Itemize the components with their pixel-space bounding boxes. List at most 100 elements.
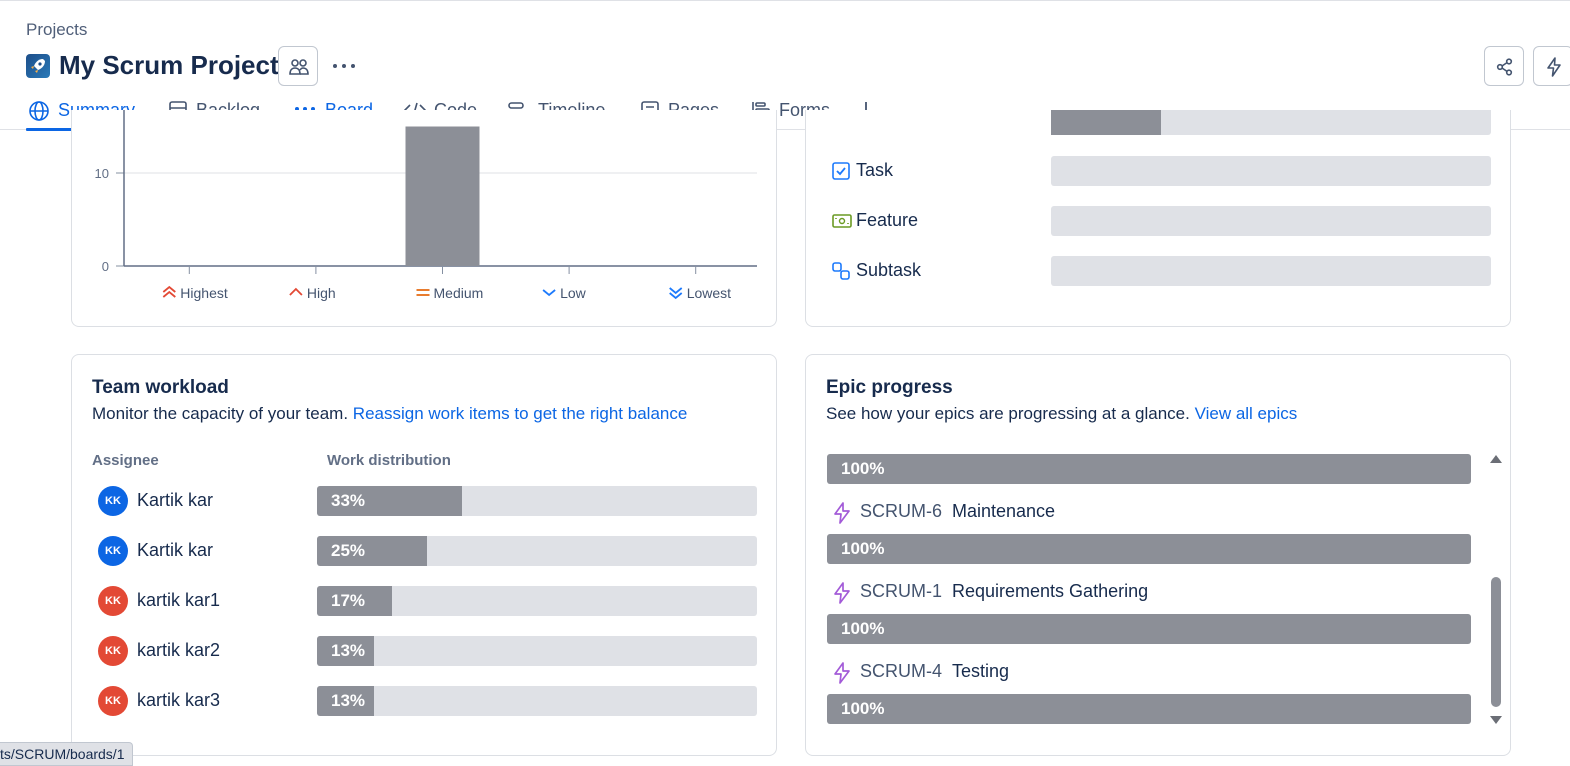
assignee-name: kartik kar2	[137, 640, 221, 660]
epic-name: Maintenance	[952, 501, 1056, 521]
epic-subtitle-text: See how your epics are progressing at a …	[826, 404, 1190, 423]
dot-icon	[342, 64, 346, 68]
workload-row: KK kartik kar3 13%	[98, 685, 758, 717]
priority-chart: 0 10 Highest High Medium Low Lowest	[95, 110, 757, 301]
scroll-up-arrow[interactable]	[1490, 455, 1502, 463]
globe-icon	[29, 101, 49, 121]
more-actions-button[interactable]	[326, 50, 362, 82]
epic-percent: 100%	[841, 539, 885, 558]
epic-lightning-icon	[834, 662, 850, 684]
workload-percent: 33%	[331, 491, 366, 510]
avatar[interactable]: KK	[98, 486, 128, 516]
epic-item[interactable]: SCRUM-6 Maintenance	[832, 499, 1472, 525]
epic-item[interactable]: SCRUM-1 Requirements Gathering	[832, 579, 1472, 605]
share-button[interactable]	[1484, 46, 1524, 86]
type-bar-partial	[1051, 110, 1491, 135]
workload-percent: 13%	[331, 691, 366, 710]
epic-subtitle: See how your epics are progressing at a …	[826, 404, 1297, 424]
avatar[interactable]: KK	[98, 586, 128, 616]
type-row-subtask: Subtask	[832, 256, 1492, 286]
epic-lightning-icon	[834, 502, 850, 524]
workload-bar: 13%	[317, 686, 757, 716]
epic-progress-bar: 100%	[827, 454, 1471, 484]
view-all-epics-link[interactable]: View all epics	[1195, 404, 1298, 423]
priority-breakdown-card: 0 10 Highest High Medium Low Lowest	[71, 110, 777, 327]
automation-button[interactable]	[1533, 46, 1570, 86]
workload-percent: 13%	[331, 641, 366, 660]
feature-icon	[832, 214, 852, 228]
types-of-work-card: Task Feature Subtask	[805, 110, 1511, 327]
subtask-icon	[832, 262, 850, 280]
workload-bar: 33%	[317, 486, 757, 516]
avatar[interactable]: KK	[98, 686, 128, 716]
epic-title: Epic progress	[826, 377, 953, 398]
workload-bar: 25%	[317, 536, 757, 566]
column-header-distribution: Work distribution	[327, 452, 451, 469]
priority-medium-icon	[416, 289, 430, 296]
x-tick-label: Highest	[180, 285, 228, 301]
epic-progress-bar: 100%	[827, 694, 1471, 724]
workload-row: KK kartik kar1 17%	[98, 585, 758, 617]
workload-row: KK Kartik kar 25%	[98, 535, 758, 567]
type-name: Subtask	[856, 260, 922, 280]
avatar[interactable]: KK	[98, 536, 128, 566]
task-icon	[832, 162, 850, 180]
workload-title: Team workload	[92, 377, 229, 398]
project-title: My Scrum Project	[59, 50, 279, 80]
workload-percent: 17%	[331, 591, 366, 610]
x-tick-label: Medium	[434, 285, 484, 301]
epic-percent: 100%	[841, 699, 885, 718]
epic-item[interactable]: SCRUM-4 Testing	[832, 659, 1472, 685]
workload-row: KK kartik kar2 13%	[98, 635, 758, 667]
assignee-name: kartik kar1	[137, 590, 221, 610]
workload-percent: 25%	[331, 541, 366, 560]
epic-name: Testing	[952, 661, 1010, 681]
scroll-down-arrow[interactable]	[1490, 716, 1502, 724]
assignee-name: Kartik kar	[137, 490, 214, 510]
team-button[interactable]	[278, 46, 318, 86]
avatar[interactable]: KK	[98, 636, 128, 666]
type-name: Feature	[856, 210, 919, 230]
dot-icon	[351, 64, 355, 68]
status-bar-url: ts/SCRUM/boards/1	[0, 742, 134, 766]
type-name: Task	[856, 160, 894, 180]
type-bar	[1051, 156, 1491, 186]
epic-progress-bar: 100%	[827, 534, 1471, 564]
priority-lowest-icon	[669, 287, 683, 300]
workload-row: KK Kartik kar 33%	[98, 485, 758, 517]
workload-subtitle: Monitor the capacity of your team. Reass…	[92, 404, 687, 424]
workload-bar: 17%	[317, 586, 757, 616]
epic-list: 100% SCRUM-6 Maintenance 100% SCRUM-1 Requir…	[826, 445, 1506, 735]
breadcrumb-projects[interactable]: Projects	[26, 20, 87, 40]
epic-percent: 100%	[841, 619, 885, 638]
bar-medium	[405, 126, 480, 266]
y-tick-label: 10	[95, 166, 109, 181]
assignee-name: kartik kar3	[137, 690, 221, 710]
column-header-assignee: Assignee	[92, 452, 159, 469]
type-bar	[1051, 206, 1491, 236]
x-tick-label: Lowest	[687, 285, 731, 301]
type-bar-fill	[1051, 110, 1161, 135]
reassign-link[interactable]: Reassign work items to get the right bal…	[353, 404, 688, 423]
dot-icon	[333, 64, 337, 68]
epic-percent: 100%	[841, 459, 885, 478]
workload-subtitle-text: Monitor the capacity of your team.	[92, 404, 349, 423]
team-workload-card: Team workload Monitor the capacity of yo…	[71, 354, 777, 756]
priority-low-icon	[542, 289, 556, 297]
priority-highest-icon	[162, 285, 176, 298]
priority-high-icon	[289, 287, 303, 296]
type-bar	[1051, 256, 1491, 286]
type-row-task: Task	[832, 156, 1492, 186]
y-tick-label: 0	[102, 259, 109, 274]
epic-progress-bar: 100%	[827, 614, 1471, 644]
epic-key: SCRUM-4	[860, 661, 943, 681]
epic-key: SCRUM-1	[860, 581, 943, 601]
project-avatar-icon	[26, 54, 50, 78]
x-tick-label: High	[307, 285, 336, 301]
top-border	[0, 0, 1570, 1]
type-row-feature: Feature	[832, 206, 1492, 236]
workload-bar: 13%	[317, 636, 757, 666]
epic-key: SCRUM-6	[860, 501, 943, 521]
epic-progress-card: Epic progress See how your epics are pro…	[805, 354, 1511, 756]
scrollbar-thumb[interactable]	[1491, 577, 1501, 707]
